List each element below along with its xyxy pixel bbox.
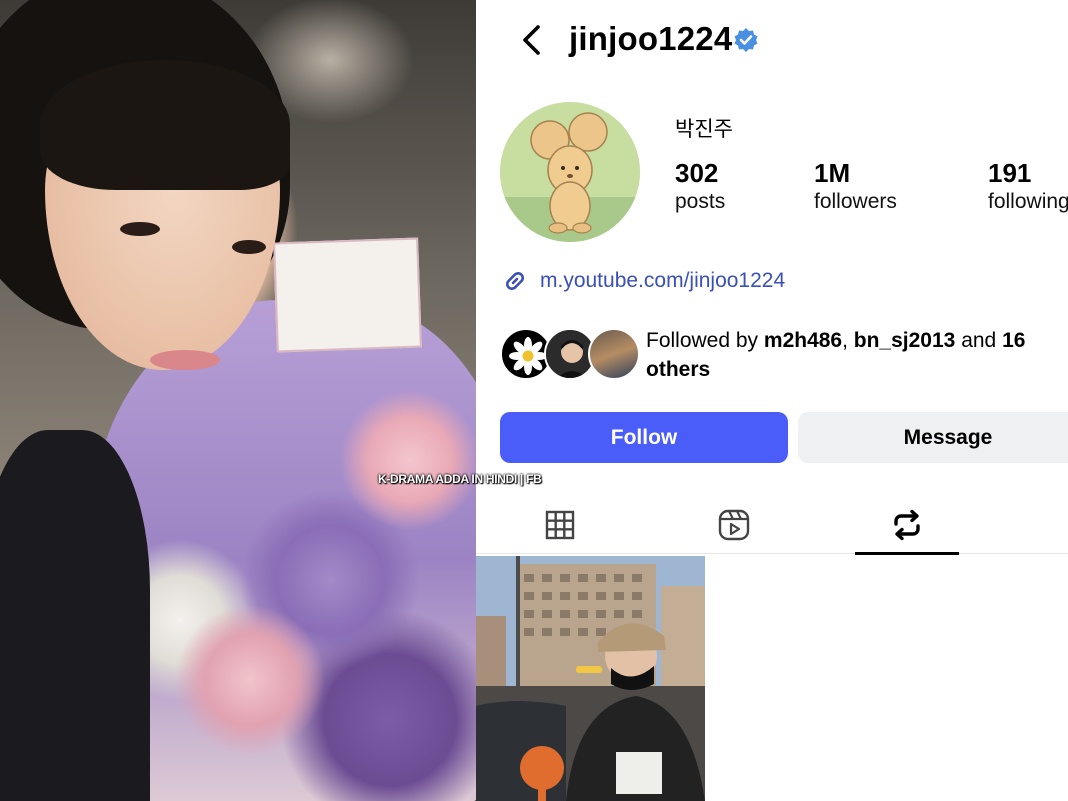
link-icon	[506, 272, 524, 290]
stat-posts-value: 302	[675, 158, 719, 188]
followed-by-user-1[interactable]: m2h486	[764, 329, 842, 352]
photo-eye-right	[232, 240, 266, 254]
photo-bangs	[40, 60, 290, 190]
back-button[interactable]	[516, 22, 550, 58]
reels-icon	[718, 509, 750, 541]
grid-icon	[545, 510, 575, 540]
photo-eye-left	[120, 222, 160, 236]
stat-following-label: following	[988, 190, 1068, 213]
photo-lips	[150, 350, 220, 370]
follower-avatar-3	[588, 328, 640, 380]
chevron-left-icon	[523, 25, 540, 55]
mouse-cartoon-avatar	[500, 102, 640, 242]
repost-icon	[894, 509, 920, 541]
followed-by-count: 16	[1002, 329, 1026, 352]
stat-following-value: 191	[988, 158, 1032, 188]
stat-posts[interactable]: 302 posts	[675, 158, 725, 216]
stat-posts-label: posts	[675, 190, 726, 213]
tab-reels[interactable]	[682, 496, 786, 554]
verified-badge-icon	[734, 28, 758, 52]
tab-reposts[interactable]	[855, 496, 959, 555]
profile-avatar[interactable]	[500, 102, 640, 242]
profile-link[interactable]: m.youtube.com/jinjoo1224	[500, 266, 785, 296]
street-photo	[476, 556, 705, 801]
followed-by-separator: ,	[842, 329, 854, 352]
followed-by-row[interactable]: Followed by m2h486, bn_sj2013 and 16 othe…	[500, 326, 1068, 382]
followed-by-suffix: others	[646, 358, 711, 381]
profile-username: jinjoo1224	[569, 20, 733, 57]
profile-display-name: 박진주	[675, 118, 733, 141]
photo-shirt	[0, 430, 150, 801]
followed-by-and: and	[955, 329, 1003, 352]
followed-by-text: Followed by m2h486, bn_sj2013 and 16 othe…	[646, 326, 1068, 384]
stat-followers-value: 1M	[814, 158, 851, 188]
repost-thumbnail[interactable]	[476, 556, 705, 801]
profile-panel: jinjoo1224 박진주 302 posts 1M followers 19…	[476, 0, 1068, 801]
stat-followers[interactable]: 1M followers	[814, 158, 897, 216]
profile-tabs	[476, 496, 1068, 555]
stat-following[interactable]: 191 following	[988, 158, 1068, 216]
selfie-photo	[0, 0, 476, 801]
tab-grid[interactable]	[508, 496, 612, 554]
watermark-text: K-DRAMA ADDA IN HINDI | FB	[378, 472, 542, 486]
follow-button[interactable]: Follow	[500, 412, 788, 463]
stat-followers-label: followers	[814, 190, 897, 213]
message-button[interactable]: Message	[798, 412, 1068, 463]
tab-tagged[interactable]	[1034, 496, 1068, 554]
profile-link-text: m.youtube.com/jinjoo1224	[540, 269, 786, 292]
followed-by-prefix: Followed by	[646, 329, 764, 352]
bouquet-card	[273, 237, 422, 353]
followed-by-user-2[interactable]: bn_sj2013	[854, 329, 956, 352]
